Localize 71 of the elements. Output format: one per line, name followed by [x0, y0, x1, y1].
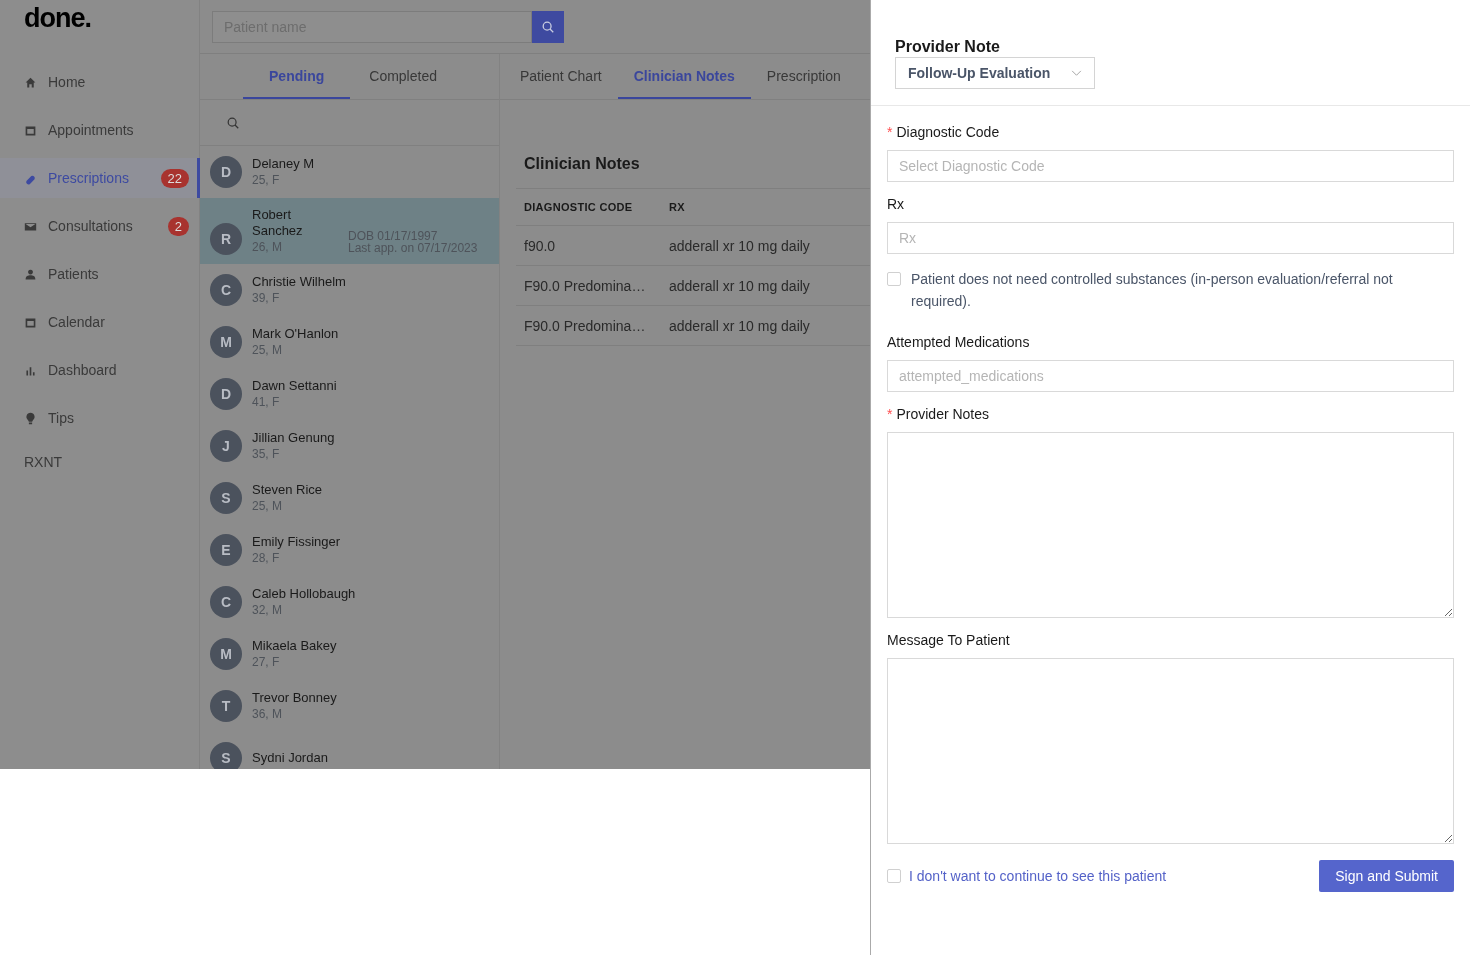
input-field[interactable]: Rx: [887, 222, 1454, 254]
avatar: R: [210, 223, 242, 255]
tab[interactable]: Prescription: [750, 54, 857, 99]
avatar: S: [210, 482, 242, 514]
avatar: M: [210, 638, 242, 670]
patient-list-item[interactable]: S Sydni Jordan: [200, 732, 499, 769]
patient-list-item[interactable]: C Caleb Hollobaugh 32, M: [200, 576, 499, 628]
avatar: E: [210, 534, 242, 566]
section-title: Clinician Notes: [524, 154, 641, 174]
avatar: D: [210, 156, 242, 188]
input-field[interactable]: Select Diagnostic Code: [887, 150, 1454, 182]
patient-list-item[interactable]: M Mikaela Bakey 27, F: [200, 628, 499, 680]
sidebar-item[interactable]: Dashboard: [0, 350, 199, 390]
calendar-icon: [24, 315, 37, 329]
search-icon[interactable]: [226, 115, 240, 130]
note-type-select[interactable]: Follow-Up Evaluation: [895, 57, 1095, 89]
logo: done.: [23, 2, 92, 35]
avatar: S: [210, 742, 242, 769]
patient-list-item[interactable]: D Dawn Settanni 41, F: [200, 368, 499, 420]
field-label: Attempted Medications: [887, 334, 1030, 350]
patient-list-item[interactable]: D Delaney M 25, F: [200, 146, 499, 198]
table-cell: f90.0: [516, 225, 661, 266]
checkbox-label: I don't want to continue to see this patient: [909, 868, 1168, 884]
text-area[interactable]: [887, 432, 1454, 618]
sidebar-item[interactable]: Home: [0, 62, 199, 102]
patient-list-item[interactable]: S Steven Rice 25, M: [200, 472, 499, 524]
sidebar-item[interactable]: Prescriptions 22: [0, 158, 199, 198]
table-cell: F90.0 Predomina…: [516, 305, 661, 346]
text-area[interactable]: [887, 658, 1454, 844]
patient-list-item[interactable]: J Jillian Genung 35, F: [200, 420, 499, 472]
sidebar-item[interactable]: Tips: [0, 398, 199, 438]
search-icon: [541, 19, 555, 34]
search-button[interactable]: [532, 10, 564, 43]
checkbox-label: Patient does not need controlled substances (in-person evaluation/referral not required).: [911, 270, 1394, 311]
table-cell: F90.0 Predomina…: [516, 265, 661, 306]
avatar: M: [210, 326, 242, 358]
avatar: T: [210, 690, 242, 722]
avatar: C: [210, 586, 242, 618]
checkbox[interactable]: [887, 272, 901, 286]
required-mark: *: [887, 406, 893, 422]
patient-list-item[interactable]: M Mark O'Hanlon 25, M: [200, 316, 499, 368]
chevron-down-icon: [1071, 69, 1082, 77]
sidebar-item[interactable]: Patients: [0, 254, 199, 294]
tab[interactable]: Patient Chart: [500, 54, 618, 99]
field-label: Provider Notes: [896, 406, 990, 422]
sidebar-item[interactable]: Calendar: [0, 302, 199, 342]
input-field[interactable]: attempted_medications: [887, 360, 1454, 392]
count-badge: 2: [167, 216, 189, 236]
sidebar-footer: RXNT: [0, 446, 199, 478]
patient-list-item[interactable]: T Trevor Bonney 36, M: [200, 680, 499, 732]
count-badge: 22: [160, 168, 189, 188]
tab[interactable]: Completed: [350, 54, 456, 99]
required-mark: *: [887, 124, 893, 140]
person-icon: [24, 267, 37, 281]
avatar: D: [210, 378, 242, 410]
avatar: J: [210, 430, 242, 462]
lightbulb-icon: [24, 411, 37, 425]
sidebar-item[interactable]: Consultations 2: [0, 206, 199, 246]
field-label: Diagnostic Code: [896, 124, 1000, 140]
checkbox[interactable]: [887, 869, 901, 883]
avatar: C: [210, 274, 242, 306]
patient-list-item[interactable]: E Emily Fissinger 28, F: [200, 524, 499, 576]
drawer-title: Provider Note: [895, 37, 1001, 57]
house-icon: [24, 75, 37, 89]
field-label: Message To Patient: [887, 632, 1010, 648]
calendar-icon: [24, 123, 37, 137]
column-header: DIAGNOSTIC CODE: [516, 188, 661, 226]
field-label: Rx: [887, 196, 905, 212]
sidebar-item[interactable]: Appointments: [0, 110, 199, 150]
patient-list-item[interactable]: C Christie Wilhelm 39, F: [200, 264, 499, 316]
sign-and-submit-button[interactable]: Sign and Submit: [1319, 860, 1454, 892]
